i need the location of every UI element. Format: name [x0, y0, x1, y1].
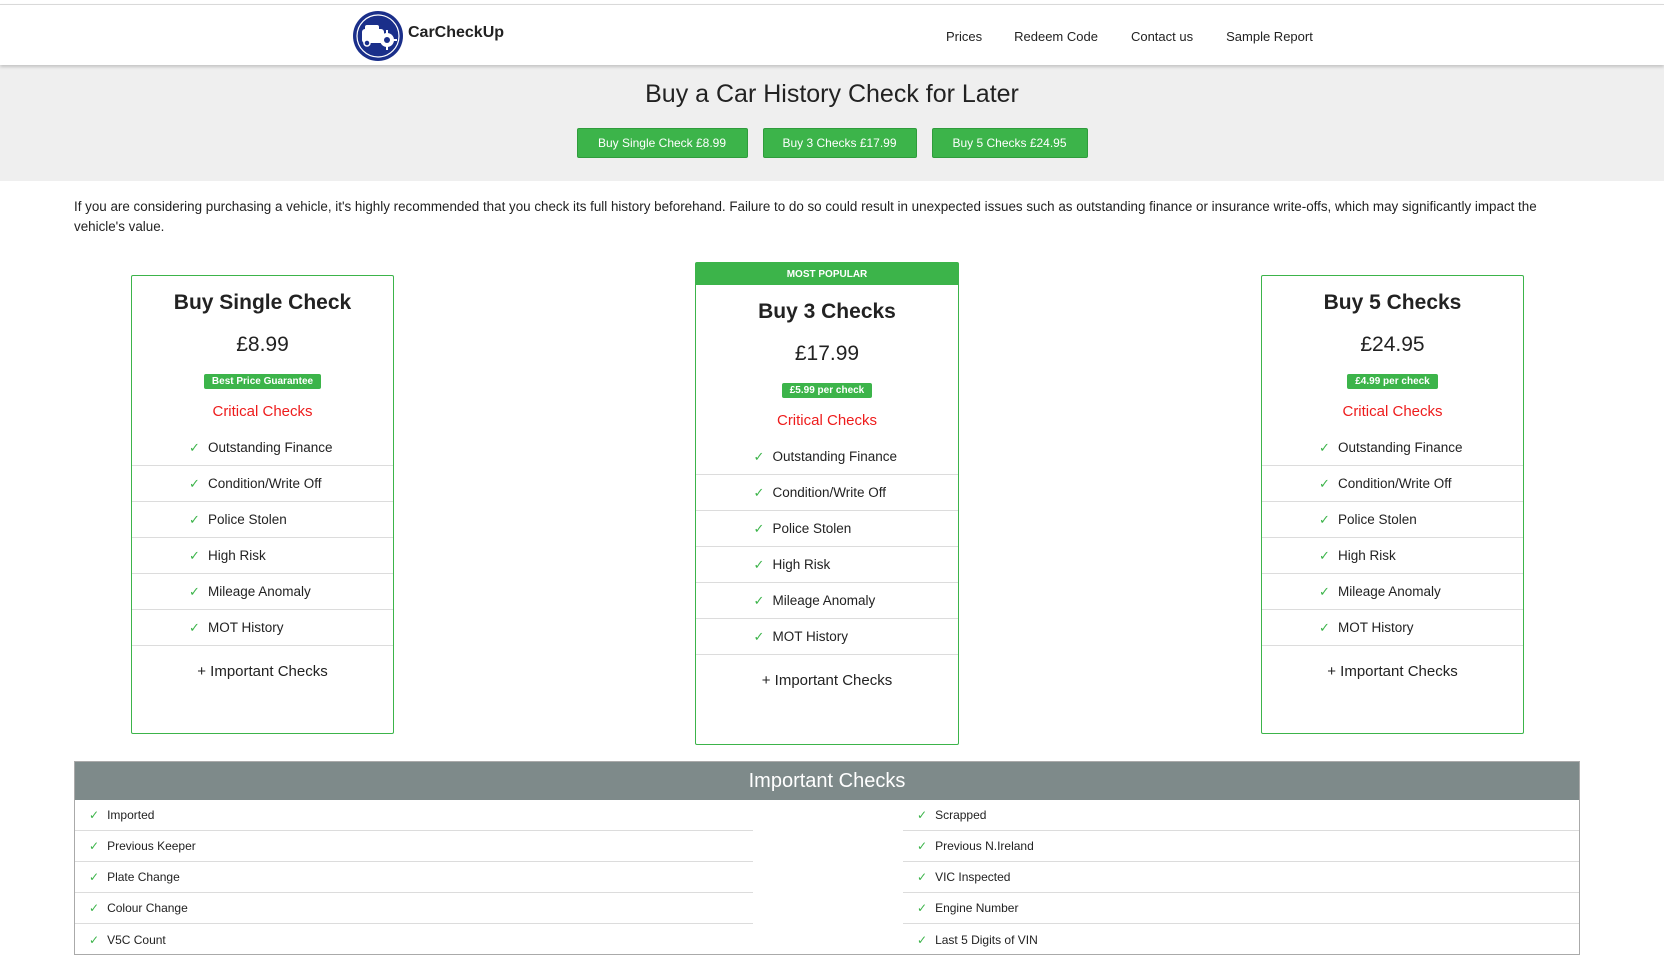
- check-icon: ✓: [189, 583, 200, 599]
- list-item: ✓ Outstanding Finance: [696, 439, 958, 475]
- brand-name: CarCheckUp: [408, 24, 505, 41]
- card-price: £8.99: [236, 333, 289, 356]
- check-icon: ✓: [753, 448, 765, 464]
- card-pill: Best Price Guarantee: [203, 374, 322, 389]
- list-item: ✓ Mileage Anomaly: [696, 583, 958, 619]
- check-icon: ✓: [753, 484, 765, 500]
- list-item: ✓ Previous Keeper: [75, 831, 753, 862]
- list-item: ✓ Condition/Write Off: [132, 466, 393, 502]
- check-icon: ✓: [753, 520, 765, 536]
- list-item: ✓ MOT History: [696, 619, 958, 655]
- list-item: ✓ Police Stolen: [1262, 502, 1523, 538]
- nav-contact-us[interactable]: Contact us: [1131, 29, 1193, 44]
- check-icon: ✓: [917, 932, 928, 947]
- critical-checks-label: Critical Checks: [1342, 403, 1443, 420]
- important-checks-link[interactable]: + Important Checks: [1262, 646, 1523, 696]
- list-item: ✓ Outstanding Finance: [132, 430, 393, 466]
- important-checks-title: Important Checks: [75, 762, 1579, 800]
- important-checks-link[interactable]: + Important Checks: [132, 646, 393, 696]
- nav-redeem-code[interactable]: Redeem Code: [1014, 29, 1098, 44]
- list-item: ✓ Colour Change: [75, 893, 753, 924]
- important-checks-left-column: ✓ Imported ✓ Previous Keeper ✓ Plate Change…: [75, 800, 753, 955]
- list-item: ✓ Condition/Write Off: [1262, 466, 1523, 502]
- check-icon: ✓: [917, 808, 928, 822]
- list-item: ✓ High Risk: [132, 538, 393, 574]
- list-item: ✓ Engine Number: [903, 893, 1579, 924]
- check-icon: ✓: [1319, 583, 1330, 599]
- card-price: £17.99: [794, 342, 860, 365]
- check-icon: ✓: [1319, 475, 1330, 491]
- list-item: ✓ VIC Inspected: [903, 862, 1579, 893]
- important-checks-right-column: ✓ Scrapped ✓ Previous N.Ireland ✓ VIC Inspe…: [903, 800, 1579, 955]
- card-title: Buy 5 Checks: [1323, 291, 1462, 314]
- list-item: ✓ Scrapped: [903, 800, 1579, 831]
- list-item: ✓ Condition/Write Off: [696, 475, 958, 511]
- pricing-card-single[interactable]: Buy Single Check £8.99 Best Price Guaran…: [131, 275, 394, 734]
- site-header: CarCheckUp Prices Redeem Code Contact us…: [0, 4, 1664, 65]
- check-icon: ✓: [89, 901, 100, 915]
- feature-list: ✓ Outstanding Finance ✓ Condition/Write Of…: [132, 430, 393, 646]
- most-popular-badge: MOST POPULAR: [696, 263, 958, 285]
- intro-text: If you are considering purchasing a vehi…: [74, 199, 1537, 234]
- important-checks-table: Important Checks ✓ Imported ✓ Previous Kee…: [74, 761, 1580, 955]
- list-item: ✓ MOT History: [132, 610, 393, 646]
- critical-checks-label: Critical Checks: [212, 403, 313, 420]
- buy-5-checks-button[interactable]: Buy 5 Checks £24.95: [931, 128, 1088, 158]
- check-icon: ✓: [189, 475, 200, 491]
- list-item: ✓ Police Stolen: [696, 511, 958, 547]
- hero-section: Buy a Car History Check for Later Buy Si…: [0, 65, 1664, 181]
- pricing-card-5-checks[interactable]: Buy 5 Checks £24.95 £4.99 per check Crit…: [1261, 275, 1524, 734]
- list-item: ✓ Outstanding Finance: [1262, 430, 1523, 466]
- check-icon: ✓: [89, 870, 100, 884]
- page-title: Buy a Car History Check for Later: [645, 80, 1019, 108]
- list-item: ✓ Mileage Anomaly: [132, 574, 393, 610]
- check-icon: ✓: [89, 932, 100, 947]
- card-price: £24.95: [1360, 333, 1425, 356]
- list-item: ✓ Mileage Anomaly: [1262, 574, 1523, 610]
- check-icon: ✓: [917, 870, 928, 884]
- card-title: Buy Single Check: [173, 291, 352, 314]
- nav-prices[interactable]: Prices: [946, 29, 982, 44]
- check-icon: ✓: [1319, 619, 1330, 635]
- hero-buttons: Buy Single Check £8.99 Buy 3 Checks £17.…: [0, 128, 1664, 158]
- list-item: ✓ Police Stolen: [132, 502, 393, 538]
- list-item: ✓ Plate Change: [75, 862, 753, 893]
- check-icon: ✓: [753, 556, 765, 572]
- buy-3-checks-button[interactable]: Buy 3 Checks £17.99: [762, 128, 917, 158]
- check-icon: ✓: [1319, 547, 1330, 563]
- buy-single-check-button[interactable]: Buy Single Check £8.99: [576, 128, 748, 158]
- list-item: ✓ Last 5 Digits of VIN: [917, 932, 1038, 947]
- check-icon: ✓: [917, 839, 928, 853]
- check-icon: ✓: [89, 808, 100, 822]
- check-icon: ✓: [917, 901, 928, 915]
- critical-checks-label: Critical Checks: [776, 412, 878, 429]
- feature-list: ✓ Outstanding Finance ✓ Condition/Write Of…: [1262, 430, 1523, 646]
- main-nav: Prices Redeem Code Contact us Sample Rep…: [946, 29, 1313, 44]
- card-title: Buy 3 Checks: [758, 300, 896, 323]
- check-icon: ✓: [1319, 439, 1330, 455]
- list-item: ✓ MOT History: [1262, 610, 1523, 646]
- nav-sample-report[interactable]: Sample Report: [1226, 29, 1313, 44]
- check-icon: ✓: [1319, 511, 1330, 527]
- check-icon: ✓: [753, 628, 765, 644]
- list-item: ✓ High Risk: [1262, 538, 1523, 574]
- pricing-card-3-checks[interactable]: MOST POPULAR Buy 3 Checks £17.99 £5.99 p…: [695, 262, 959, 745]
- check-icon: ✓: [89, 839, 100, 853]
- brand-logo[interactable]: CarCheckUp: [353, 10, 504, 62]
- check-icon: ✓: [189, 439, 200, 455]
- check-icon: ✓: [189, 547, 200, 563]
- check-icon: ✓: [189, 511, 200, 527]
- feature-list: ✓ Outstanding Finance ✓ Condition/Write Of…: [696, 439, 958, 655]
- car-gear-logo-icon: [353, 11, 403, 61]
- list-item: ✓ V5C Count: [89, 932, 166, 947]
- card-pill: £4.99 per check: [1347, 374, 1438, 389]
- list-item: ✓ High Risk: [696, 547, 958, 583]
- check-icon: ✓: [753, 592, 765, 608]
- list-item: ✓ Previous N.Ireland: [903, 831, 1579, 862]
- list-item: ✓ Imported: [75, 800, 753, 831]
- important-checks-link[interactable]: + Important Checks: [696, 655, 958, 705]
- card-pill: £5.99 per check: [781, 383, 873, 398]
- check-icon: ✓: [189, 619, 200, 635]
